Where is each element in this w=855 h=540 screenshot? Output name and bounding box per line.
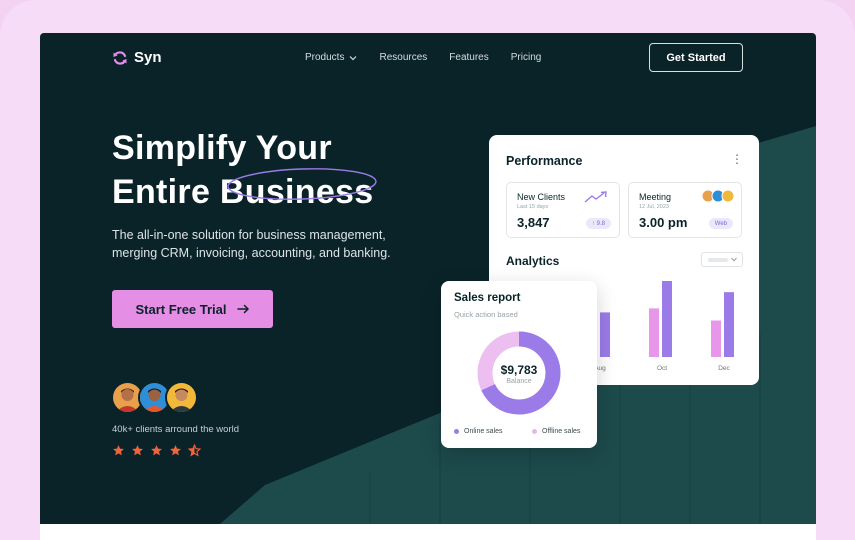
x-tick-label: Dec <box>718 365 730 372</box>
balance-label: Balance <box>506 378 532 385</box>
start-free-trial-button[interactable]: Start Free Trial <box>112 290 273 328</box>
sales-title: Sales report <box>454 292 521 304</box>
brand-logo[interactable]: Syn <box>112 49 162 66</box>
legend-offline: Offline sales <box>532 428 580 435</box>
highlight-oval <box>227 168 377 200</box>
next-section <box>40 524 816 540</box>
client-avatars <box>111 381 198 414</box>
hero-subtext: The all-in-one solution for business man… <box>112 228 391 260</box>
chevron-down-icon <box>731 257 737 262</box>
sales-report-card: Sales report Quick action based $9,783 B… <box>441 281 597 448</box>
meeting-stat: Meeting 12 Jul, 2023 3.00 pm Web <box>628 182 742 238</box>
new-clients-stat: New Clients Last 15 days 3,847 ↑ 9.8 <box>506 182 620 238</box>
stat-value: 3.00 pm <box>639 215 688 230</box>
balance-value: $9,783 <box>500 363 538 377</box>
bar <box>600 312 610 357</box>
meeting-type-badge: Web <box>708 218 733 229</box>
select-placeholder <box>708 258 728 262</box>
nav-item-resources[interactable]: Resources <box>379 52 427 63</box>
stat-value: 3,847 <box>517 215 550 230</box>
nav-links: Products Resources Features Pricing <box>305 52 541 63</box>
analytics-title: Analytics <box>506 254 560 268</box>
nav-item-features[interactable]: Features <box>449 52 488 63</box>
performance-title: Performance <box>506 154 583 168</box>
brand-name: Syn <box>134 49 162 66</box>
more-options-icon[interactable]: ⋮ <box>731 153 743 165</box>
bar <box>662 281 672 357</box>
legend-label: Offline sales <box>542 428 581 435</box>
legend-dot <box>532 429 537 434</box>
sync-icon <box>113 50 127 65</box>
stat-title: Meeting <box>639 192 672 202</box>
bar <box>711 320 721 357</box>
get-started-button[interactable]: Get Started <box>649 43 743 72</box>
legend-online: Online sales <box>454 428 503 435</box>
meeting-attendees <box>701 189 735 203</box>
star-icon <box>151 445 162 456</box>
clients-count-text: 40k+ clients arround the world <box>112 424 240 435</box>
stat-subtitle: 12 Jul, 2023 <box>639 204 669 210</box>
star-icon <box>170 445 181 456</box>
stat-subtitle: Last 15 days <box>517 204 549 210</box>
stat-title: New Clients <box>517 192 566 202</box>
bar <box>724 292 734 357</box>
star-half-icon <box>188 444 201 457</box>
trial-button-label: Start Free Trial <box>135 301 227 317</box>
nav-item-label: Features <box>449 52 489 63</box>
bar <box>649 308 659 357</box>
top-navbar: Syn Products Resources Features Pricing … <box>40 33 816 83</box>
legend-label: Online sales <box>464 428 503 435</box>
nav-item-products[interactable]: Products <box>305 52 357 63</box>
nav-item-pricing[interactable]: Pricing <box>511 52 542 63</box>
nav-item-label: Pricing <box>510 52 542 63</box>
avatar <box>165 381 198 414</box>
period-select[interactable] <box>701 252 743 267</box>
sales-subtitle: Quick action based <box>454 310 518 319</box>
rating-stars <box>112 444 201 457</box>
legend-dot <box>454 429 459 434</box>
growth-badge: ↑ 9.8 <box>585 218 611 229</box>
hero-section: Syn Products Resources Features Pricing … <box>40 33 816 524</box>
x-tick-label: Oct <box>657 365 667 372</box>
trend-up-icon <box>584 191 607 203</box>
chevron-down-icon <box>350 55 357 60</box>
star-icon <box>132 445 143 456</box>
arrow-right-icon <box>236 304 249 314</box>
nav-item-label: Products <box>305 52 345 63</box>
headline-line-2: Entire Business <box>112 168 377 214</box>
hero-headline: Simplify Your Entire Business <box>112 126 377 214</box>
nav-item-label: Resources <box>379 52 428 63</box>
star-icon <box>113 445 124 456</box>
